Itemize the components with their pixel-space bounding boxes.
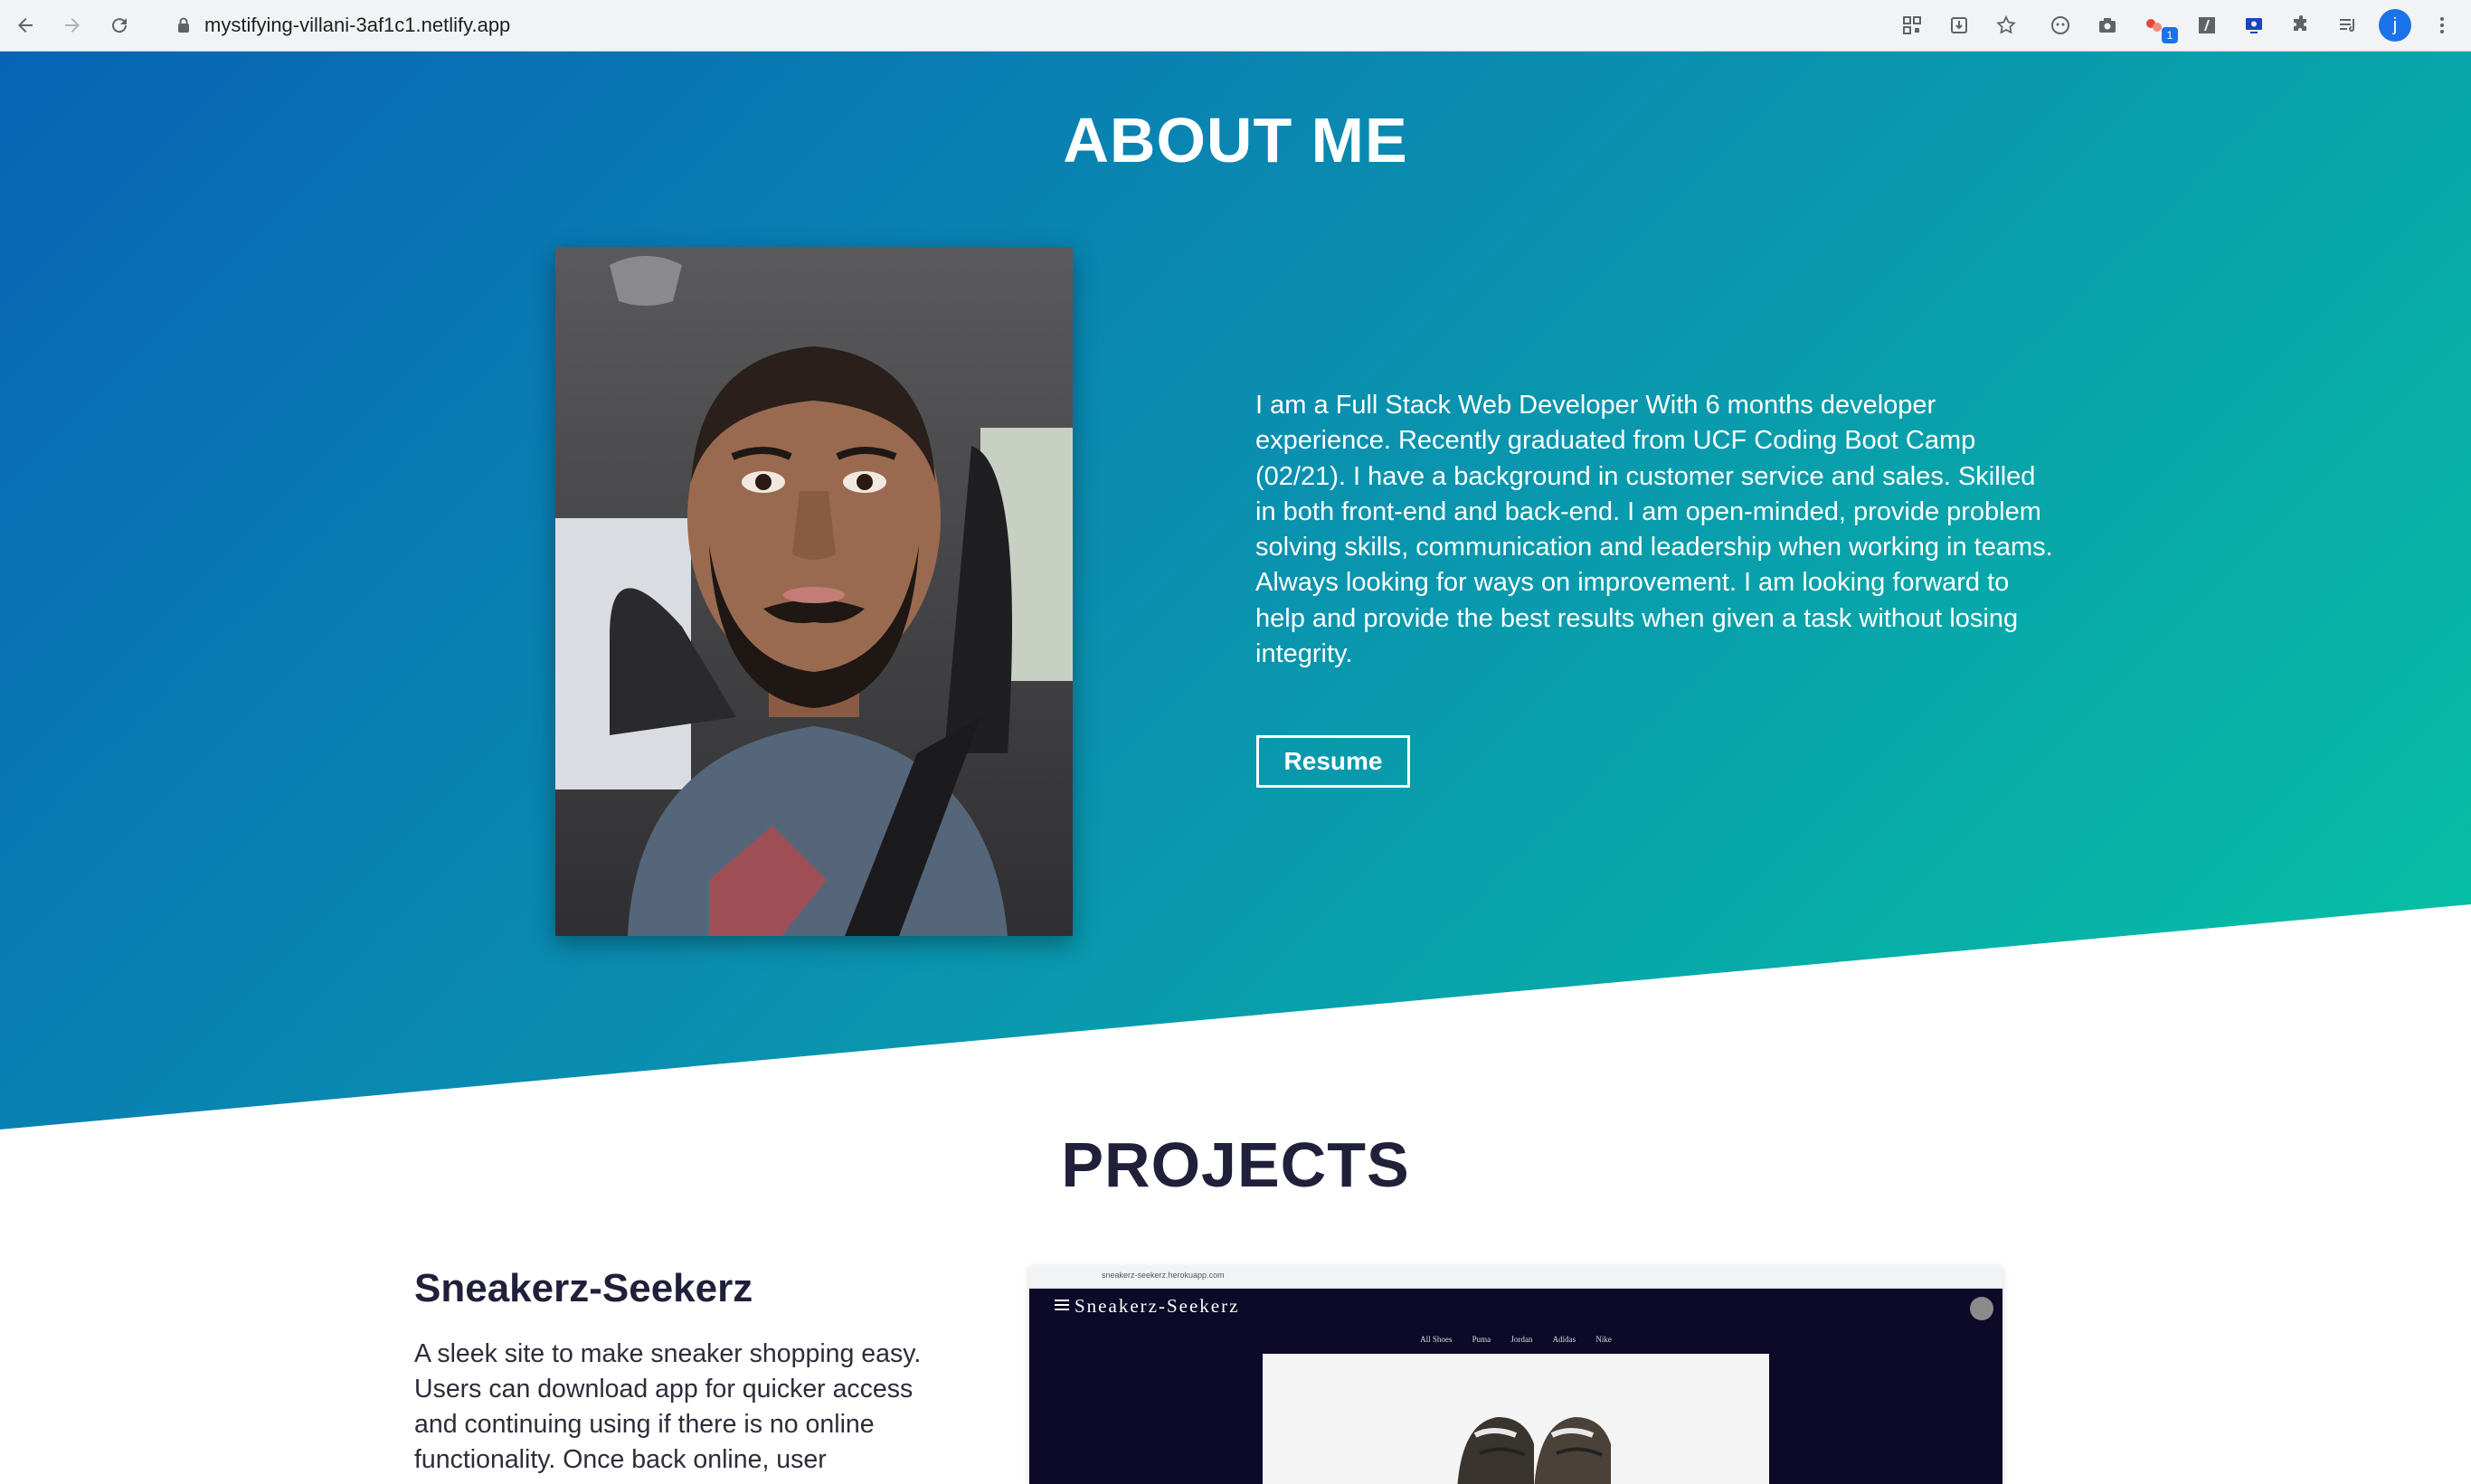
screenshot-avatar bbox=[1970, 1297, 1993, 1320]
screenshot-url: sneakerz-seekerz.herokuapp.com bbox=[1102, 1271, 1225, 1280]
forward-icon[interactable] bbox=[56, 9, 89, 42]
extension-ring-icon[interactable] bbox=[2046, 11, 2075, 40]
reading-list-icon[interactable] bbox=[2334, 11, 2362, 40]
camera-icon[interactable] bbox=[2093, 11, 2122, 40]
browser-toolbar: mystifying-villani-3af1c1.netlify.app 1 … bbox=[0, 0, 2471, 52]
project-description: A sleek site to make sneaker shopping ea… bbox=[414, 1339, 922, 1474]
install-app-icon[interactable] bbox=[1945, 11, 1974, 40]
reload-icon[interactable] bbox=[103, 9, 136, 42]
screenshot-nav: All Shoes Puma Jordan Adidas Nike bbox=[1029, 1335, 2002, 1344]
resume-button[interactable]: Resume bbox=[1256, 735, 1410, 788]
profile-photo bbox=[555, 247, 1073, 936]
sneaker-image bbox=[1457, 1417, 1611, 1484]
projects-title: PROJECTS bbox=[1061, 1130, 1410, 1200]
kebab-menu-icon[interactable] bbox=[2428, 11, 2457, 40]
lock-icon bbox=[174, 15, 194, 35]
extension-script-icon[interactable] bbox=[2192, 11, 2221, 40]
screenshot-nav-item: Jordan bbox=[1510, 1335, 1533, 1344]
screenshot-nav-item: Adidas bbox=[1552, 1335, 1576, 1344]
url-text: mystifying-villani-3af1c1.netlify.app bbox=[204, 14, 511, 36]
extension-badge: 1 bbox=[2162, 27, 2178, 43]
about-bio: I am a Full Stack Web Developer With 6 m… bbox=[1255, 391, 2053, 669]
about-title: ABOUT ME bbox=[1063, 105, 1408, 175]
screenshot-browser-bar: sneakerz-seekerz.herokuapp.com bbox=[1029, 1266, 2002, 1289]
about-section: ABOUT ME I am a Full Stack Web Developer… bbox=[0, 52, 2471, 1130]
extensions-puzzle-icon[interactable] bbox=[2286, 11, 2315, 40]
screen-capture-icon[interactable] bbox=[2239, 11, 2268, 40]
project-name: Sneakerz-Seekerz bbox=[414, 1266, 753, 1310]
profile-avatar[interactable]: j bbox=[2379, 9, 2411, 42]
bookmark-star-icon[interactable] bbox=[1992, 11, 2021, 40]
qr-code-icon[interactable] bbox=[1898, 11, 1927, 40]
screenshot-product-card bbox=[1263, 1354, 1769, 1484]
back-icon[interactable] bbox=[9, 9, 42, 42]
project-screenshot[interactable]: sneakerz-seekerz.herokuapp.com Sneakerz-… bbox=[1029, 1266, 2002, 1484]
screenshot-nav-item: Puma bbox=[1472, 1335, 1491, 1344]
screenshot-nav-item: All Shoes bbox=[1420, 1335, 1453, 1344]
address-bar[interactable]: mystifying-villani-3af1c1.netlify.app bbox=[154, 6, 1881, 44]
screenshot-brand: Sneakerz-Seekerz bbox=[1075, 1295, 1240, 1317]
screenshot-nav-item: Nike bbox=[1595, 1335, 1612, 1344]
hamburger-icon bbox=[1055, 1299, 1069, 1316]
